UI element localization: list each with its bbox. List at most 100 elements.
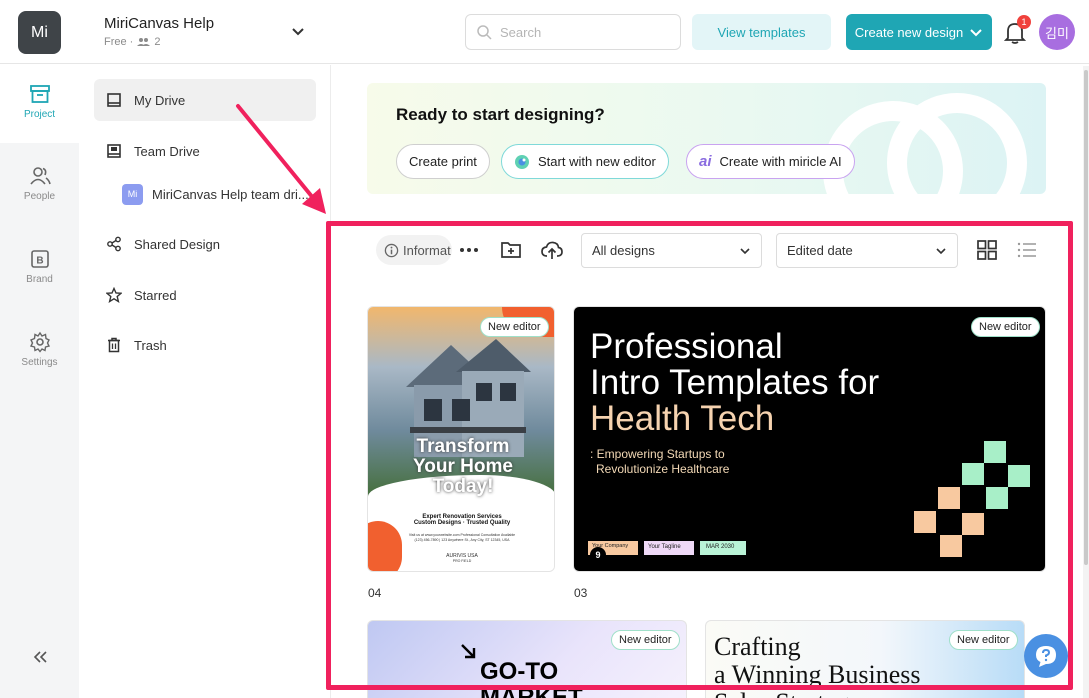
ai-icon: ai	[699, 153, 712, 170]
workspace-plan: Free · 2	[104, 36, 160, 48]
search-icon	[477, 25, 492, 40]
nav-label: Starred	[134, 287, 177, 303]
card-headline: GO-TO MARKET	[480, 659, 583, 698]
banner-title: Ready to start designing?	[396, 105, 605, 124]
card-line: Custom Designs · Trusted Quality	[413, 520, 511, 526]
arrow-down-right-icon	[461, 644, 476, 659]
notification-badge: 1	[1017, 15, 1031, 29]
search-box[interactable]	[465, 14, 681, 50]
design-card[interactable]: Crafting a Winning Business Sales Strate…	[705, 620, 1025, 698]
rail-label: People	[23, 191, 56, 202]
design-card[interactable]: GO-TO MARKET New editor	[367, 620, 687, 698]
gear-icon	[29, 331, 50, 353]
sort-dropdown[interactable]: Edited date	[776, 233, 958, 268]
rail-label: Brand	[26, 274, 53, 285]
title-line: Intro Templates for	[590, 363, 880, 402]
chevron-down-icon[interactable]	[289, 22, 307, 40]
headline-line: Transform	[416, 436, 510, 457]
information-button[interactable]: Informat	[376, 235, 452, 265]
card-brand: AURIVIS USA PRO FIELD	[432, 553, 492, 563]
new-editor-icon	[515, 154, 529, 169]
create-new-design-button[interactable]: Create new design	[846, 14, 992, 50]
create-new-design-label: Create new design	[854, 24, 964, 40]
chevron-down-icon	[970, 29, 982, 37]
rail-label: Project	[23, 109, 56, 120]
people-icon	[29, 167, 51, 185]
annotation-arrow	[236, 104, 326, 214]
new-editor-badge: New editor	[971, 317, 1040, 337]
star-icon	[106, 287, 122, 303]
rail-item-settings[interactable]: Settings	[0, 313, 79, 391]
drive-icon	[107, 93, 121, 107]
headline-line: Sales Strategy	[714, 689, 920, 698]
card-line: (123) 456-7890 | 123 Anywhere St., Any C…	[414, 538, 510, 542]
left-rail: Project People B Brand Settings	[0, 65, 79, 698]
create-with-ai-button[interactable]: ai Create with miricle AI	[686, 144, 855, 179]
pixel-graphic	[914, 441, 1030, 557]
card-headline: Crafting a Winning Business Sales Strate…	[714, 633, 920, 698]
archive-icon	[29, 85, 50, 103]
new-editor-badge: New editor	[611, 630, 680, 650]
information-label: Informat	[403, 242, 451, 258]
new-folder-icon[interactable]	[499, 238, 523, 262]
start-new-editor-button[interactable]: Start with new editor	[501, 144, 669, 179]
avatar[interactable]: 김미	[1039, 14, 1075, 50]
card-subtitle: : Empowering Startups to Revolutionize H…	[590, 447, 729, 477]
top-bar: Mi MiriCanvas Help Free · 2 View templat…	[0, 0, 1089, 64]
member-count: 2	[154, 36, 161, 48]
members-icon	[137, 38, 151, 46]
design-filter-dropdown[interactable]: All designs	[581, 233, 762, 268]
page-number: 9	[590, 547, 606, 563]
collapse-icon[interactable]	[31, 648, 49, 666]
card-headline: Transform Your Home Today!	[388, 437, 538, 497]
nav-label: Trash	[134, 337, 167, 353]
button-label: Start with new editor	[538, 154, 656, 169]
workspace-name[interactable]: MiriCanvas Help	[104, 15, 214, 32]
brand-sub: PRO FIELD	[452, 559, 472, 563]
chevron-down-icon	[740, 247, 750, 254]
tag-date: MAR 2030	[700, 541, 746, 555]
more-icon[interactable]	[457, 238, 481, 262]
rail-label: Settings	[21, 357, 58, 368]
help-chat-icon	[1036, 646, 1056, 667]
headline-line: GO-TO	[480, 658, 559, 685]
headline-line: Crafting	[714, 632, 801, 661]
nav-starred[interactable]: Starred	[94, 274, 316, 316]
title-line: Professional	[590, 327, 783, 366]
grid-view-icon[interactable]	[975, 238, 999, 262]
list-view-icon[interactable]	[1015, 238, 1039, 262]
design-card[interactable]: Transform Your Home Today! Expert Renova…	[367, 306, 555, 572]
plan-label: Free ·	[104, 36, 134, 48]
brand-icon: B	[30, 250, 49, 268]
headline-line: MARKET	[480, 684, 583, 698]
nav-trash[interactable]: Trash	[94, 324, 316, 366]
scrollbar-thumb[interactable]	[1084, 70, 1088, 565]
card-title-text: Professional Intro Templates for Health …	[590, 329, 879, 437]
info-icon	[384, 243, 399, 257]
rail-item-brand[interactable]: B Brand	[0, 230, 79, 308]
tag-tagline: Your Tagline	[644, 541, 694, 555]
subtitle-line: Revolutionize Healthcare	[596, 462, 730, 476]
search-input[interactable]	[500, 24, 670, 40]
rail-item-people[interactable]: People	[0, 147, 79, 225]
new-editor-badge: New editor	[949, 630, 1018, 650]
headline-line: a Winning Business	[714, 660, 921, 689]
subtitle-line: : Empowering Startups to	[590, 447, 725, 461]
button-label: Create with miricle AI	[719, 154, 842, 169]
team-logo: Mi	[122, 183, 143, 205]
team-drive-icon	[107, 144, 121, 158]
trash-icon	[108, 337, 120, 353]
view-templates-button[interactable]: View templates	[692, 14, 831, 50]
nav-label: My Drive	[134, 92, 186, 108]
create-print-button[interactable]: Create print	[396, 144, 490, 179]
help-button[interactable]	[1024, 634, 1068, 678]
card-title[interactable]: 04	[368, 586, 381, 600]
upload-icon[interactable]	[540, 238, 564, 262]
card-title[interactable]: 03	[574, 586, 587, 600]
rail-item-project[interactable]: Project	[0, 65, 79, 143]
nav-label: Team Drive	[134, 143, 200, 159]
design-card[interactable]: Professional Intro Templates for Health …	[573, 306, 1046, 572]
workspace-logo[interactable]: Mi	[18, 11, 61, 54]
card-fine-print: Visit us at www.yourwebsite.com Professi…	[396, 533, 528, 543]
headline-line: Today!	[432, 476, 494, 497]
